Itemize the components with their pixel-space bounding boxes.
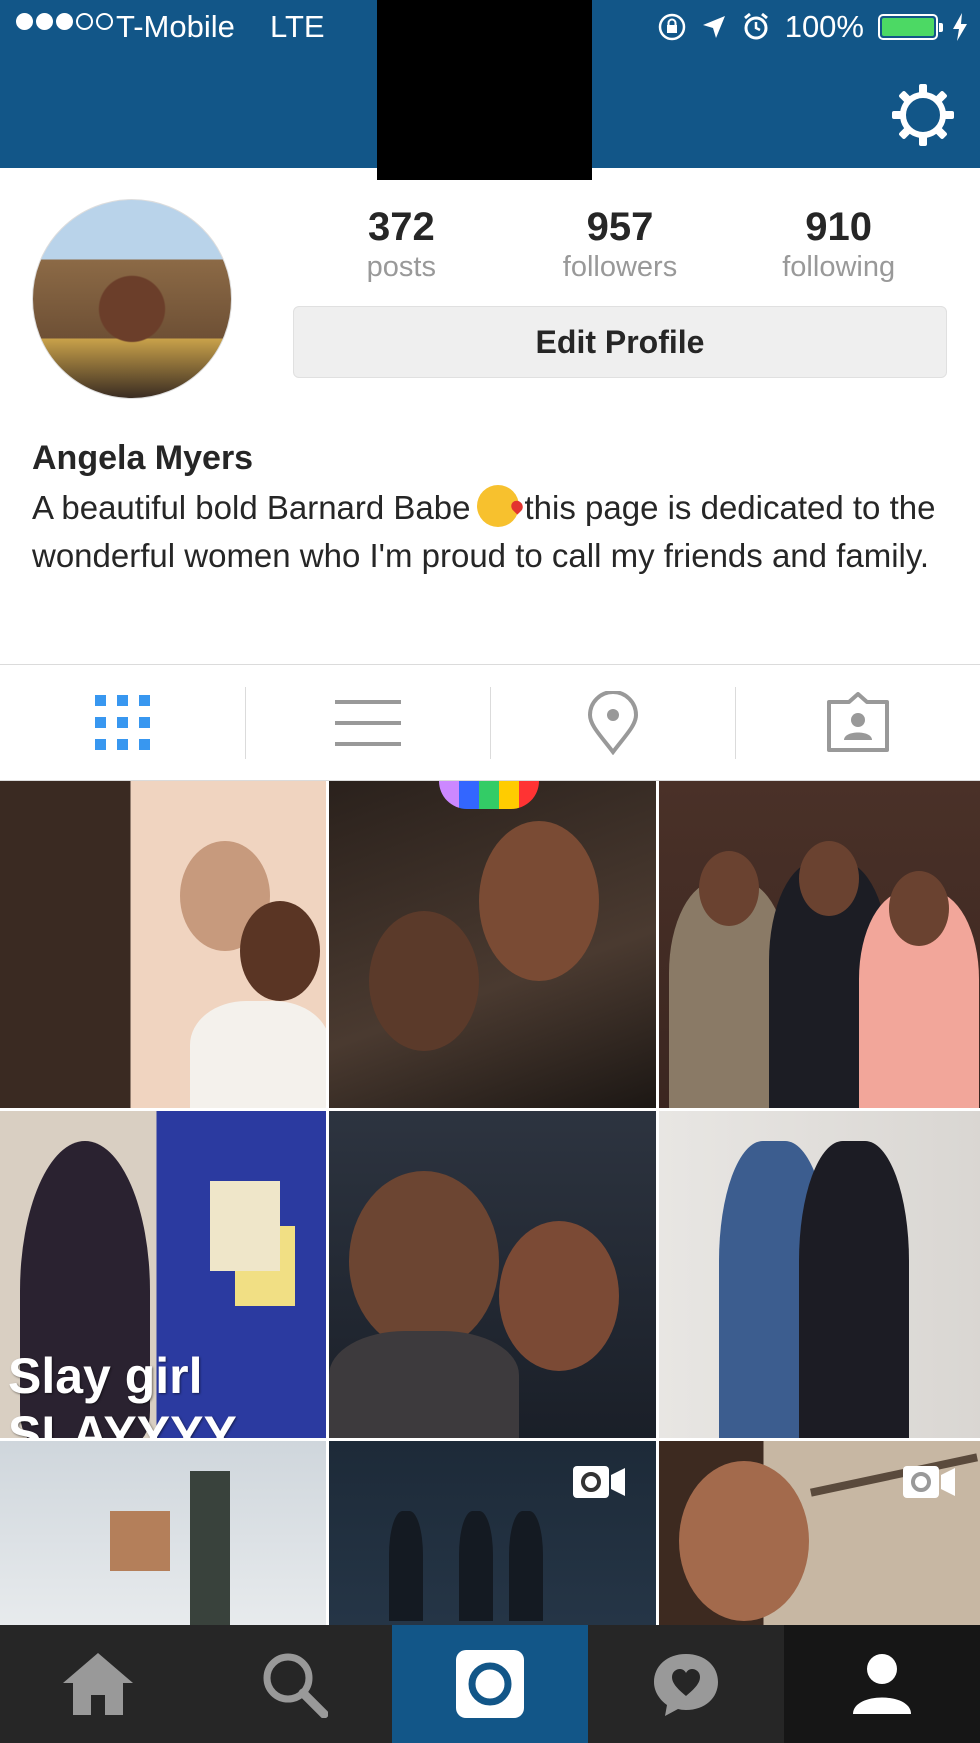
post-thumbnail[interactable]	[0, 1441, 326, 1625]
post-overlay-text: Slay girl SLAYYYY	[8, 1347, 237, 1438]
post-thumbnail[interactable]	[659, 1111, 980, 1438]
nav-camera[interactable]	[392, 1625, 588, 1743]
tab-tagged[interactable]	[735, 665, 980, 780]
carrier-name: T-Mobile	[116, 9, 235, 44]
post-thumbnail[interactable]	[659, 781, 980, 1108]
list-icon	[334, 699, 401, 746]
edit-profile-button[interactable]: Edit Profile	[293, 306, 947, 378]
redacted-username	[377, 0, 592, 180]
stat-following-count: 910	[805, 205, 873, 249]
tab-location[interactable]	[490, 665, 735, 780]
charging-bolt-icon	[953, 13, 967, 41]
tagged-photos-icon	[826, 691, 889, 752]
profile-bio: Angela Myers A beautiful bold Barnard Ba…	[32, 436, 962, 580]
post-overlay-line2: SLAYYYY	[8, 1406, 237, 1438]
stat-following-label: following	[782, 251, 896, 283]
search-icon	[263, 1653, 328, 1718]
stat-posts-count: 372	[367, 205, 435, 249]
battery-percent: 100%	[784, 9, 864, 44]
bio-text-part1: A beautiful bold Barnard Babe	[32, 489, 471, 526]
nav-profile[interactable]	[784, 1625, 980, 1743]
battery-level	[882, 18, 934, 36]
status-right: 100%	[657, 9, 968, 45]
battery-icon	[878, 14, 943, 40]
nav-activity[interactable]	[588, 1625, 784, 1743]
profile-tabs	[0, 664, 980, 781]
grid-icon	[94, 694, 150, 750]
profile-icon	[853, 1654, 911, 1714]
location-pin-icon	[587, 690, 638, 755]
bottom-nav	[0, 1625, 980, 1743]
avatar[interactable]	[32, 199, 232, 399]
alarm-icon	[743, 12, 768, 40]
tab-grid[interactable]	[0, 665, 245, 780]
stat-following[interactable]: 910 following	[729, 203, 948, 283]
post-thumbnail[interactable]	[329, 781, 656, 1108]
bio-text: A beautiful bold Barnard Babe this page i…	[32, 484, 962, 580]
home-icon	[63, 1653, 133, 1715]
stat-followers[interactable]: 957 followers	[511, 203, 730, 283]
kissing-face-emoji-icon	[476, 485, 519, 527]
profile-name: Angela Myers	[32, 439, 254, 477]
post-overlay-line1: Slay girl	[8, 1348, 203, 1404]
post-thumbnail-video[interactable]	[329, 1441, 656, 1625]
stat-posts[interactable]: 372 posts	[292, 203, 511, 283]
post-thumbnail[interactable]: Slay girl SLAYYYY	[0, 1111, 326, 1438]
camera-icon	[456, 1650, 524, 1718]
video-camera-icon	[903, 1466, 955, 1498]
rotation-lock-icon	[658, 13, 685, 41]
stat-followers-count: 957	[586, 205, 654, 249]
video-camera-icon	[573, 1466, 625, 1498]
post-thumbnail[interactable]	[0, 781, 326, 1108]
tab-list[interactable]	[245, 665, 490, 780]
location-arrow-icon	[702, 16, 725, 38]
stat-followers-label: followers	[562, 251, 678, 283]
profile-stats: 372 posts 957 followers 910 following	[292, 203, 948, 283]
signal-strength-icon	[16, 13, 113, 30]
stat-posts-label: posts	[366, 251, 436, 283]
posts-grid: Slay girl SLAYYYY	[0, 781, 980, 1625]
nav-home[interactable]	[0, 1625, 196, 1743]
activity-heart-icon	[654, 1654, 718, 1716]
post-thumbnail-video[interactable]	[659, 1441, 980, 1625]
nav-search[interactable]	[196, 1625, 392, 1743]
gear-icon[interactable]	[890, 82, 956, 148]
network-type: LTE	[270, 9, 325, 44]
post-thumbnail[interactable]	[329, 1111, 656, 1438]
